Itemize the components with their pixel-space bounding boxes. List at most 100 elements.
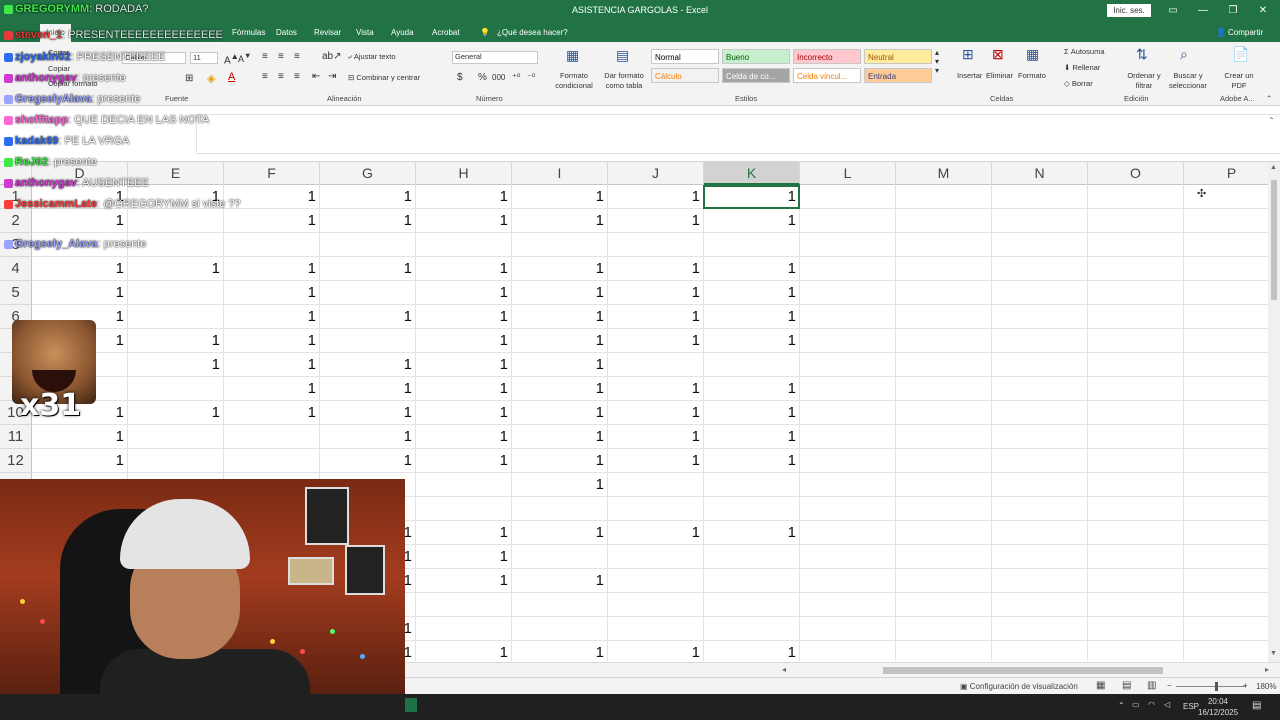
- fill-color-icon[interactable]: ◈: [207, 72, 215, 85]
- cell[interactable]: 1: [128, 257, 222, 281]
- decrease-decimal-icon[interactable]: ⁻⁰: [527, 72, 535, 83]
- cell[interactable]: 1: [416, 329, 510, 353]
- cell[interactable]: 1: [320, 257, 414, 281]
- cell[interactable]: 1: [224, 257, 318, 281]
- formula-input[interactable]: [196, 114, 1280, 154]
- tab-data[interactable]: Datos: [276, 28, 297, 37]
- cell[interactable]: 1: [512, 209, 606, 233]
- share-button[interactable]: Compartir: [1228, 28, 1263, 37]
- column-header-p[interactable]: P: [1184, 162, 1280, 185]
- cell[interactable]: 1: [32, 425, 126, 449]
- tab-formulas[interactable]: Fórmulas: [232, 28, 265, 37]
- cell[interactable]: 1: [320, 353, 414, 377]
- cell-style-1[interactable]: Bueno: [722, 49, 790, 64]
- align-left-icon[interactable]: ≡: [262, 71, 268, 82]
- sort-filter-button[interactable]: Ordenar y filtrar: [1124, 71, 1164, 91]
- cell[interactable]: 1: [608, 329, 702, 353]
- create-pdf-button[interactable]: Crear un PDF: [1222, 71, 1256, 91]
- currency-button[interactable]: $: [457, 72, 463, 83]
- cell[interactable]: 1: [416, 545, 510, 569]
- cell[interactable]: 1: [128, 353, 222, 377]
- delete-button[interactable]: Eliminar: [986, 71, 1013, 80]
- column-header-o[interactable]: O: [1088, 162, 1184, 185]
- zoom-level[interactable]: 180%: [1256, 682, 1276, 691]
- cell[interactable]: 1: [608, 305, 702, 329]
- tab-view[interactable]: Vista: [356, 28, 374, 37]
- notifications-icon[interactable]: ▤: [1252, 700, 1261, 711]
- tell-me-search[interactable]: ¿Qué desea hacer?: [497, 28, 568, 37]
- cell[interactable]: 1: [32, 209, 126, 233]
- cell[interactable]: 1: [704, 209, 798, 233]
- cell[interactable]: 1: [704, 449, 798, 473]
- row-header[interactable]: 12: [0, 449, 32, 473]
- tab-help[interactable]: Ayuda: [391, 28, 414, 37]
- cell-style-4[interactable]: Cálculo: [651, 68, 719, 83]
- tab-acrobat[interactable]: Acrobat: [432, 28, 460, 37]
- row-header[interactable]: 5: [0, 281, 32, 305]
- autosum-button[interactable]: Σ Autosuma: [1064, 47, 1105, 56]
- cell[interactable]: 1: [224, 329, 318, 353]
- cell[interactable]: 1: [320, 377, 414, 401]
- column-header-j[interactable]: J: [608, 162, 704, 185]
- display-settings-button[interactable]: ▣ Configuración de visualización: [960, 682, 1078, 691]
- cell[interactable]: 1: [416, 377, 510, 401]
- cell[interactable]: 1: [320, 185, 414, 209]
- cell[interactable]: 1: [224, 377, 318, 401]
- collapse-ribbon-icon[interactable]: ⌃: [1266, 94, 1272, 103]
- cell[interactable]: 1: [416, 641, 510, 661]
- cell[interactable]: 1: [608, 449, 702, 473]
- decrease-indent-icon[interactable]: ⇤: [312, 71, 320, 82]
- cell[interactable]: 1: [416, 209, 510, 233]
- styles-scroll-icon[interactable]: ▴ ▾ ▾: [935, 48, 939, 75]
- scroll-down-icon[interactable]: ▼: [1270, 650, 1277, 657]
- insert-button[interactable]: Insertar: [957, 71, 982, 80]
- minimize-button[interactable]: —: [1192, 3, 1214, 19]
- cell[interactable]: 1: [32, 449, 126, 473]
- column-header-f[interactable]: F: [224, 162, 320, 185]
- cell[interactable]: 1: [704, 257, 798, 281]
- cell[interactable]: 1: [32, 257, 126, 281]
- cell[interactable]: 1: [320, 305, 414, 329]
- cell[interactable]: 1: [416, 185, 510, 209]
- cell[interactable]: 1: [512, 329, 606, 353]
- cell[interactable]: 1: [512, 353, 606, 377]
- format-button[interactable]: Formato: [1018, 71, 1046, 80]
- cell[interactable]: 1: [32, 281, 126, 305]
- cell[interactable]: 1: [512, 305, 606, 329]
- zoom-out-button[interactable]: −: [1167, 681, 1172, 690]
- horizontal-scroll-thumb[interactable]: [883, 667, 1163, 674]
- cell[interactable]: 1: [512, 425, 606, 449]
- cell[interactable]: 1: [224, 281, 318, 305]
- cell[interactable]: 1: [224, 401, 318, 425]
- cell[interactable]: 1: [416, 257, 510, 281]
- cell[interactable]: 1: [416, 305, 510, 329]
- format-as-table-button[interactable]: Dar formato como tabla: [600, 71, 648, 91]
- cell[interactable]: 1: [128, 401, 222, 425]
- cell[interactable]: 1: [608, 257, 702, 281]
- ribbon-display-icon[interactable]: ▭: [1162, 3, 1184, 19]
- increase-decimal-icon[interactable]: ⁺⁰: [512, 72, 520, 83]
- cell[interactable]: 1: [608, 185, 702, 209]
- grow-font-icon[interactable]: A▲: [224, 51, 239, 66]
- conditional-format-button[interactable]: Formato condicional: [550, 71, 598, 91]
- normal-view-icon[interactable]: ▦: [1096, 680, 1105, 691]
- cell[interactable]: 1: [416, 401, 510, 425]
- fill-button[interactable]: ⬇ Rellenar: [1064, 63, 1100, 72]
- column-header-h[interactable]: H: [416, 162, 512, 185]
- column-header-m[interactable]: M: [896, 162, 992, 185]
- cell[interactable]: 1: [512, 281, 606, 305]
- cell[interactable]: 1: [704, 377, 798, 401]
- language-indicator[interactable]: ESP: [1183, 702, 1199, 711]
- clear-button[interactable]: ◇ Borrar: [1064, 79, 1093, 88]
- cell[interactable]: 1: [608, 425, 702, 449]
- cell[interactable]: 1: [416, 425, 510, 449]
- cell[interactable]: 1: [704, 281, 798, 305]
- cell[interactable]: 1: [320, 425, 414, 449]
- restore-button[interactable]: ❐: [1222, 3, 1244, 19]
- sign-in-button[interactable]: Inic. ses.: [1107, 4, 1151, 17]
- cell-style-7[interactable]: Entrada: [864, 68, 932, 83]
- cell[interactable]: 1: [512, 473, 606, 497]
- scroll-left-icon[interactable]: ◂: [782, 665, 786, 674]
- cell[interactable]: 1: [608, 209, 702, 233]
- cell[interactable]: 1: [704, 305, 798, 329]
